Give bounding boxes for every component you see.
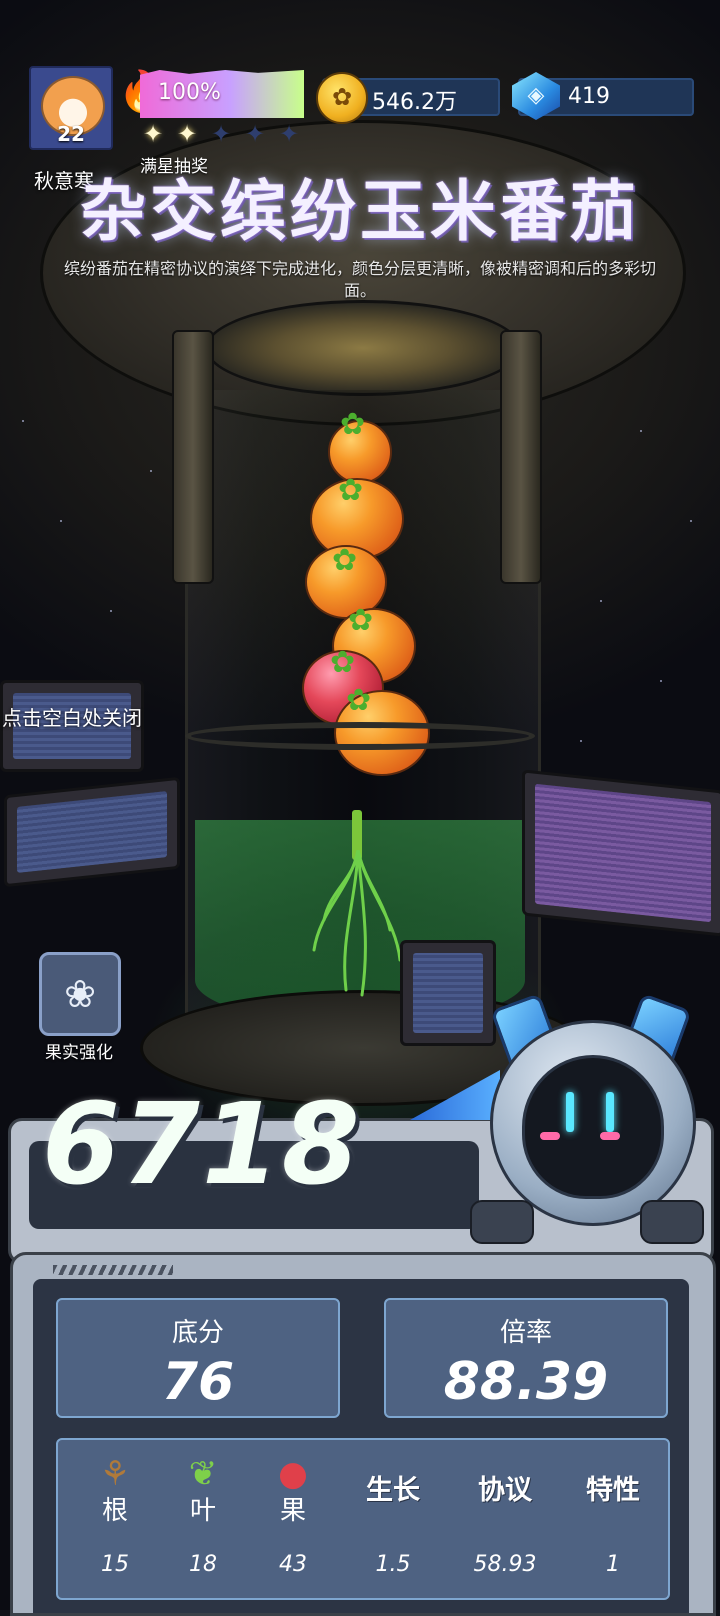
leaf-icon: ✿ [340, 407, 366, 442]
robot-visor [522, 1055, 664, 1199]
star-progress-bar[interactable]: 100% [140, 54, 304, 118]
multiplier-box: 倍率 88.39 [384, 1298, 668, 1418]
star-rating: ✦ ✦ ✦ ✦ ✦ [138, 120, 304, 148]
panel-grip [53, 1265, 173, 1275]
fruit-boost-label[interactable]: 果实强化 [39, 1038, 119, 1063]
berry-cluster-icon: ❀ [64, 972, 96, 1016]
attribute-name: 生长 [366, 1475, 420, 1506]
base-score-box: 底分 76 [56, 1298, 340, 1418]
robot-paw-right [640, 1200, 704, 1244]
attribute-trait: 特性 1 [568, 1440, 658, 1578]
player-level: 22 [57, 122, 85, 146]
tube-pillar-right [500, 330, 542, 584]
coin-value: 546.2万 [372, 90, 457, 115]
leaf-icon: ❦ [188, 1454, 218, 1494]
attribute-value: 1 [606, 1552, 620, 1577]
star-empty-icon: ✦ [278, 120, 300, 148]
attribute-name: 协议 [478, 1475, 532, 1506]
tube-pillar-left [172, 330, 214, 584]
leaf-icon: ✿ [346, 683, 372, 718]
robot-paw-left [470, 1200, 534, 1244]
attribute-fruit: ● 果 43 [248, 1440, 338, 1577]
attribute-value: 1.5 [375, 1552, 411, 1577]
leaf-icon: ✿ [338, 473, 364, 508]
attribute-name: 根 [101, 1496, 128, 1526]
multiplier-value: 88.39 [443, 1352, 609, 1412]
attribute-value: 43 [279, 1552, 307, 1577]
attribute-value: 58.93 [473, 1552, 537, 1577]
gem-counter[interactable]: ◈ 419 [512, 72, 694, 120]
star-empty-icon: ✦ [210, 120, 232, 148]
attribute-leaf: ❦ 叶 18 [158, 1440, 248, 1577]
coin-icon: ✿ [316, 72, 368, 124]
attribute-value: 15 [101, 1552, 129, 1577]
leaf-icon: ✿ [332, 543, 358, 578]
machine-vent [205, 300, 521, 396]
progress-percent: 100% [158, 80, 221, 105]
attribute-protocol: 协议 58.93 [460, 1440, 550, 1578]
coin-counter[interactable]: ✿ 546.2万 [316, 72, 500, 124]
robot-eye-right [606, 1092, 614, 1132]
attribute-table: ⚘ 根 15 ❦ 叶 18 ● 果 43 生长 1.5 协议 58.93 特性 … [56, 1438, 670, 1600]
leaf-icon: ✿ [348, 603, 374, 638]
attribute-name: 特性 [586, 1475, 640, 1506]
leaf-icon: ✿ [330, 645, 356, 680]
base-score-value: 76 [161, 1352, 235, 1412]
right-monitor [522, 769, 720, 937]
fruit-icon: ● [278, 1454, 308, 1494]
fruit-boost-button[interactable]: ❀ [39, 952, 121, 1036]
robot-mascot [410, 993, 720, 1270]
robot-blush-right [600, 1132, 620, 1140]
star-empty-icon: ✦ [244, 120, 266, 148]
multiplier-label: 倍率 [499, 1318, 552, 1348]
total-score: 6718 [42, 1080, 362, 1210]
attribute-growth: 生长 1.5 [348, 1440, 438, 1578]
attribute-value: 18 [189, 1552, 217, 1577]
plant-title: 杂交缤纷玉米番茄 [80, 173, 640, 250]
left-monitor-bottom [4, 776, 180, 888]
attribute-root: ⚘ 根 15 [70, 1440, 160, 1577]
stem-clamp [185, 722, 535, 750]
robot-eye-left [566, 1092, 574, 1132]
sprout-icon: ⚘ [99, 1454, 131, 1494]
star-filled-icon: ✦ [142, 120, 164, 148]
star-filled-icon: ✦ [176, 120, 198, 148]
base-score-label: 底分 [171, 1318, 224, 1348]
plant-description: 缤纷番茄在精密协议的演绎下完成进化，颜色分层更清晰，像被精密调和后的多彩切面。 [63, 259, 656, 300]
close-hint[interactable]: 点击空白处关闭 [2, 702, 142, 731]
gem-icon: ◈ [512, 72, 560, 120]
player-avatar[interactable]: 22 [29, 66, 113, 150]
robot-blush-left [540, 1132, 560, 1140]
attribute-name: 叶 [189, 1496, 216, 1526]
gem-value: 419 [568, 84, 610, 109]
attribute-name: 果 [279, 1496, 306, 1526]
